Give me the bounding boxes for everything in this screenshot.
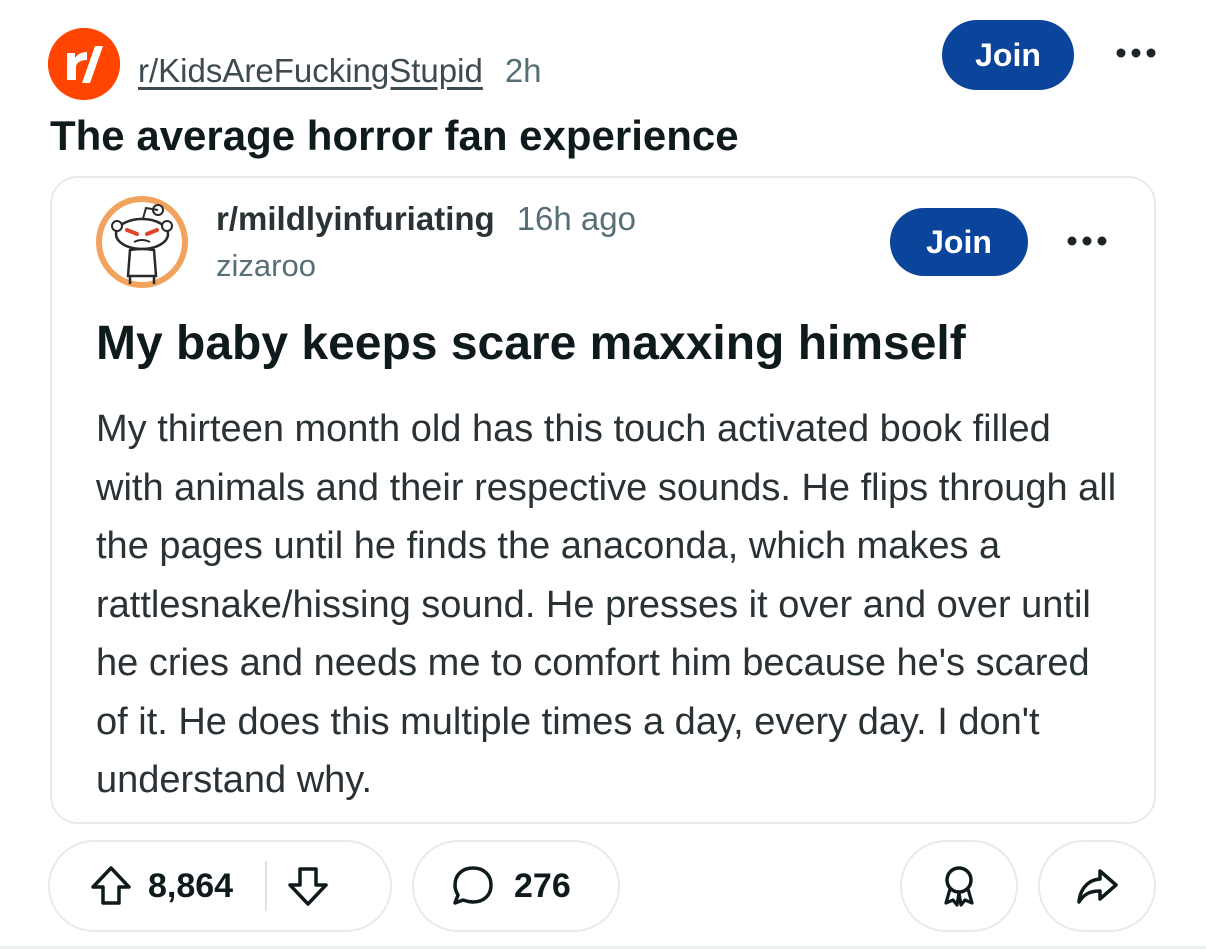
join-button[interactable]: Join	[942, 20, 1074, 90]
comment-count: 276	[514, 866, 571, 905]
share-arrow-icon	[1074, 863, 1120, 909]
share-button[interactable]	[1038, 840, 1156, 932]
post-title: The average horror fan experience	[50, 112, 739, 159]
crosspost-join-button[interactable]: Join	[890, 208, 1028, 276]
subreddit-meta: r/KidsAreFuckingStupid 2h	[138, 52, 542, 90]
post-header: r/KidsAreFuckingStupid 2h Join	[48, 20, 1206, 100]
crosspost-title: My baby keeps scare maxxing himself	[96, 317, 966, 370]
reddit-r-logo-icon[interactable]	[48, 28, 120, 100]
crosspost-subreddit[interactable]: r/mildlyinfuriating	[216, 200, 495, 238]
upvote-count: 8,864	[148, 866, 234, 905]
action-bar: 8,864 276	[48, 840, 1158, 934]
crosspost-age: 16h ago	[516, 200, 636, 237]
angry-snoo-avatar-icon[interactable]	[96, 196, 188, 288]
crosspost-meta: r/mildlyinfuriating 16h ago	[216, 200, 636, 238]
more-options-icon[interactable]	[1114, 40, 1158, 66]
subreddit-link[interactable]: r/KidsAreFuckingStupid	[138, 52, 483, 90]
more-options-icon[interactable]	[1066, 228, 1108, 254]
award-button[interactable]	[900, 840, 1018, 932]
crosspost-body: My thirteen month old has this touch act…	[96, 408, 1117, 801]
vote-divider	[265, 861, 268, 911]
crosspost-card[interactable]: r/mildlyinfuriating 16h ago zizaroo Join…	[50, 176, 1156, 824]
award-icon	[936, 863, 982, 909]
vote-pill: 8,864	[48, 840, 392, 932]
upvote-arrow-icon[interactable]	[88, 863, 134, 909]
crosspost-author[interactable]: zizaroo	[216, 248, 316, 284]
comment-bubble-icon	[450, 863, 496, 909]
downvote-arrow-icon[interactable]	[285, 863, 331, 909]
comment-button[interactable]: 276	[412, 840, 620, 932]
post-age: 2h	[504, 52, 542, 89]
